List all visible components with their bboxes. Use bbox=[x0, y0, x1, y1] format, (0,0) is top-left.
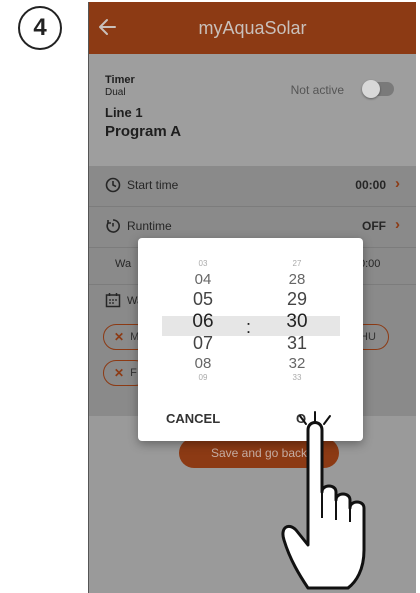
hour-option: 07 bbox=[192, 333, 214, 353]
minute-option: 28 bbox=[288, 271, 306, 288]
minute-option: 33 bbox=[292, 373, 302, 382]
program-label: Program A bbox=[105, 123, 182, 140]
program-info-panel: Timer Dual Line 1 Program A bbox=[89, 54, 416, 166]
minute-option: 32 bbox=[288, 355, 306, 372]
time-separator: : bbox=[246, 317, 252, 337]
start-time-label: Start time bbox=[127, 178, 179, 192]
minute-wheel[interactable]: 27 28 29 30 31 32 33 bbox=[262, 260, 332, 386]
app-title: myAquaSolar bbox=[198, 17, 307, 38]
step-number-badge: 4 bbox=[18, 6, 62, 50]
hour-option: 04 bbox=[194, 271, 212, 288]
minute-selected: 30 bbox=[286, 311, 308, 332]
minute-option: 29 bbox=[286, 289, 308, 309]
day-chip-label: F bbox=[130, 367, 137, 379]
remove-icon: ✕ bbox=[114, 330, 125, 344]
app-bar: myAquaSolar bbox=[89, 2, 416, 54]
line-label: Line 1 bbox=[105, 105, 143, 120]
hour-option: 09 bbox=[198, 373, 208, 382]
remove-icon: ✕ bbox=[114, 366, 125, 380]
cancel-button[interactable]: CANCEL bbox=[166, 411, 220, 426]
chevron-right-icon: › bbox=[395, 175, 400, 192]
clock-icon bbox=[105, 177, 121, 193]
minute-option: 31 bbox=[286, 333, 308, 353]
timer-icon bbox=[106, 219, 120, 233]
back-arrow-icon[interactable] bbox=[95, 14, 121, 40]
pointing-hand-icon bbox=[281, 411, 366, 590]
hour-option: 08 bbox=[194, 355, 212, 372]
wait-label: Wa bbox=[115, 258, 132, 270]
step-number: 4 bbox=[33, 14, 47, 41]
runtime-label: Runtime bbox=[127, 219, 172, 233]
chevron-right-icon: › bbox=[395, 216, 400, 233]
program-status: Not active bbox=[290, 83, 344, 97]
hour-option: 05 bbox=[192, 289, 214, 309]
program-active-toggle[interactable] bbox=[362, 80, 394, 98]
hour-selected: 06 bbox=[192, 311, 214, 332]
manual-step-illustration: 4 myAquaSolar Timer Dual Line 1 Program … bbox=[0, 0, 420, 593]
start-time-row[interactable]: Start time 00:00 › bbox=[89, 166, 416, 206]
calendar-icon bbox=[105, 293, 121, 308]
start-time-value: 00:00 bbox=[355, 178, 386, 192]
runtime-value: OFF bbox=[362, 219, 386, 233]
hour-wheel[interactable]: 03 04 05 06 07 08 09 bbox=[168, 260, 238, 386]
toggle-knob bbox=[362, 80, 380, 98]
